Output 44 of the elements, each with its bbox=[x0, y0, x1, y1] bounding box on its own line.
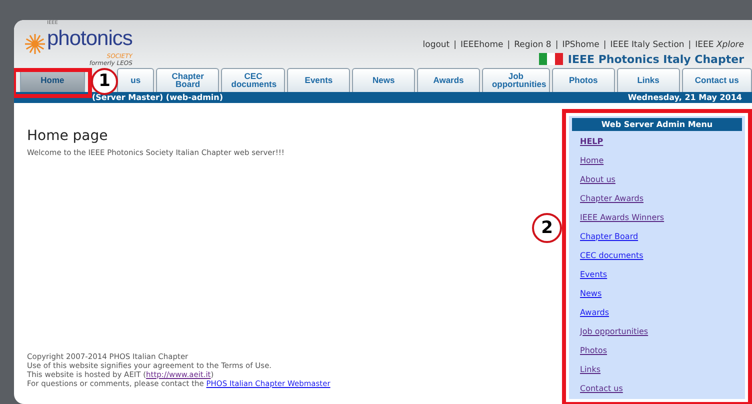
menu-link[interactable]: Contact us bbox=[580, 384, 623, 392]
date-text: Wednesday, 21 May 2014 bbox=[628, 92, 742, 102]
nav-tab[interactable]: Awards bbox=[417, 68, 480, 92]
logo-name: photonics bbox=[47, 26, 132, 52]
nav-tab[interactable]: Contact us bbox=[682, 68, 752, 92]
menu-link[interactable]: Awards bbox=[580, 308, 609, 316]
nav-tab[interactable]: Events bbox=[287, 68, 350, 92]
nav-tab[interactable]: News bbox=[352, 68, 416, 92]
nav-tab[interactable]: CEC documents bbox=[221, 68, 286, 92]
header-link[interactable]: IPShome bbox=[562, 40, 600, 50]
nav-tab[interactable]: Links bbox=[616, 68, 680, 92]
header-link[interactable]: IEEE Italy Section bbox=[610, 40, 684, 50]
menu-link[interactable]: IEEE Awards Winners bbox=[580, 212, 664, 222]
menu-link[interactable]: About us bbox=[580, 174, 616, 184]
menu-link[interactable]: News bbox=[580, 288, 602, 298]
header-link[interactable]: IEEEhome bbox=[460, 40, 504, 50]
nav-tab[interactable]: Chapter Board bbox=[156, 68, 220, 92]
menu-link[interactable]: CEC documents bbox=[580, 250, 644, 260]
chapter-title: IEEE Photonics Italy Chapter bbox=[568, 52, 744, 66]
flag-icon bbox=[538, 53, 563, 65]
menu-link[interactable]: Links bbox=[580, 364, 601, 374]
nav-tab[interactable]: Job opportunities bbox=[482, 68, 550, 92]
header-link[interactable]: IEEE Xplore bbox=[695, 40, 744, 50]
separator: | bbox=[454, 40, 457, 50]
menu-link[interactable]: Photos bbox=[580, 346, 607, 354]
menu-link[interactable]: Home bbox=[580, 156, 604, 164]
nav-tab[interactable]: us bbox=[116, 68, 154, 92]
user-role: (Server Master) (web-admin) bbox=[92, 92, 223, 102]
page-title: Home page bbox=[27, 128, 109, 144]
sun-icon bbox=[24, 32, 46, 55]
menu-link[interactable]: Job opportunities bbox=[580, 326, 648, 336]
separator: | bbox=[603, 40, 606, 50]
menu-link[interactable]: Events bbox=[580, 270, 608, 278]
header-link[interactable]: Region 8 bbox=[514, 40, 552, 50]
menu-link[interactable]: Chapter Awards bbox=[580, 194, 644, 202]
menu-link[interactable]: Chapter Board bbox=[580, 232, 638, 240]
menu-link[interactable]: HELP bbox=[580, 136, 604, 146]
separator: | bbox=[688, 40, 692, 50]
menu-title: Web Server Admin Menu bbox=[572, 118, 742, 130]
separator: | bbox=[507, 40, 510, 50]
nav-tab[interactable]: Photos bbox=[552, 68, 615, 92]
callout-number: 2 bbox=[532, 212, 562, 242]
separator: | bbox=[555, 40, 558, 50]
header-link[interactable]: logout bbox=[422, 40, 450, 50]
